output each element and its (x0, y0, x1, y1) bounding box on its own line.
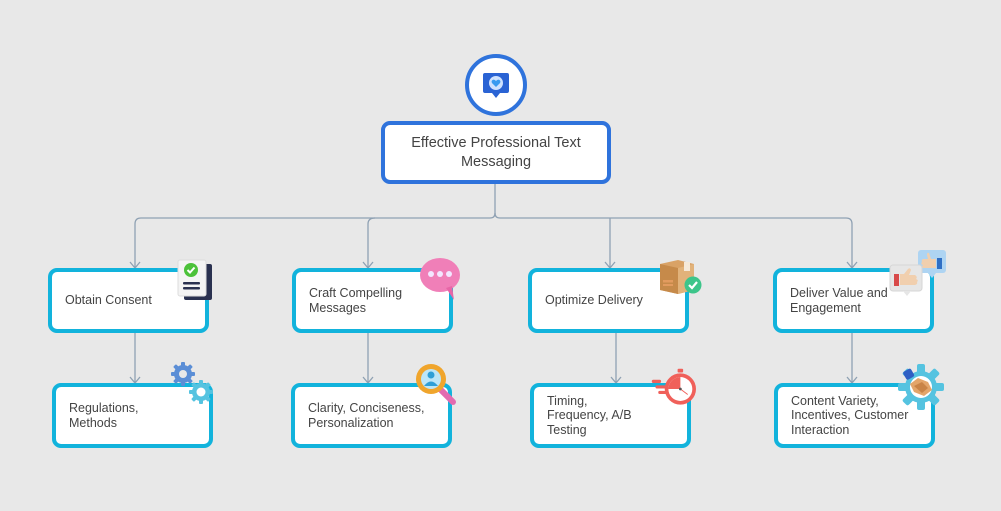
heart-message-icon (483, 73, 509, 98)
magnifier-people-icon (412, 361, 458, 407)
connector-child-1 (129, 332, 141, 385)
root-icon-circle (465, 54, 527, 116)
root-node: Effective Professional Text Messaging (381, 121, 611, 184)
package-check-icon (656, 254, 702, 300)
handshake-gear-icon (896, 362, 946, 412)
gears-icon (168, 360, 214, 406)
connector-branch-2 (367, 217, 376, 268)
thumbs-up-icon (888, 248, 948, 302)
node-label: Obtain Consent (65, 293, 152, 308)
connector-child-4 (846, 332, 858, 385)
speech-bubble-icon (416, 256, 462, 302)
root-title: Effective Professional Text Messaging (411, 134, 581, 170)
connector-child-2 (362, 332, 374, 385)
stopwatch-icon (650, 366, 696, 412)
connector-root-trunk (489, 184, 496, 219)
connector-child-3 (610, 332, 622, 385)
checklist-document-icon (174, 258, 220, 304)
